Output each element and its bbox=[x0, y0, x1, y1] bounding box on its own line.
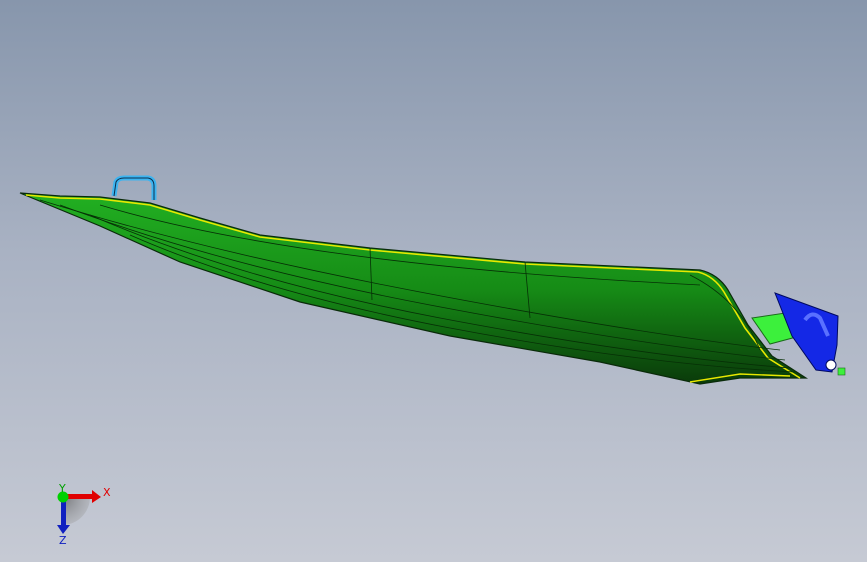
z-axis-label: Z bbox=[59, 534, 67, 547]
bracket-hole bbox=[825, 359, 837, 371]
hull-part[interactable] bbox=[19, 192, 809, 385]
x-axis-label: X bbox=[103, 486, 111, 499]
cad-3d-viewport[interactable]: X Y Z bbox=[0, 0, 867, 562]
axis-triad: X Y Z bbox=[57, 482, 111, 547]
model-view[interactable]: X Y Z bbox=[0, 0, 867, 562]
y-axis-label: Y bbox=[58, 482, 66, 495]
handle-part[interactable] bbox=[111, 175, 157, 200]
